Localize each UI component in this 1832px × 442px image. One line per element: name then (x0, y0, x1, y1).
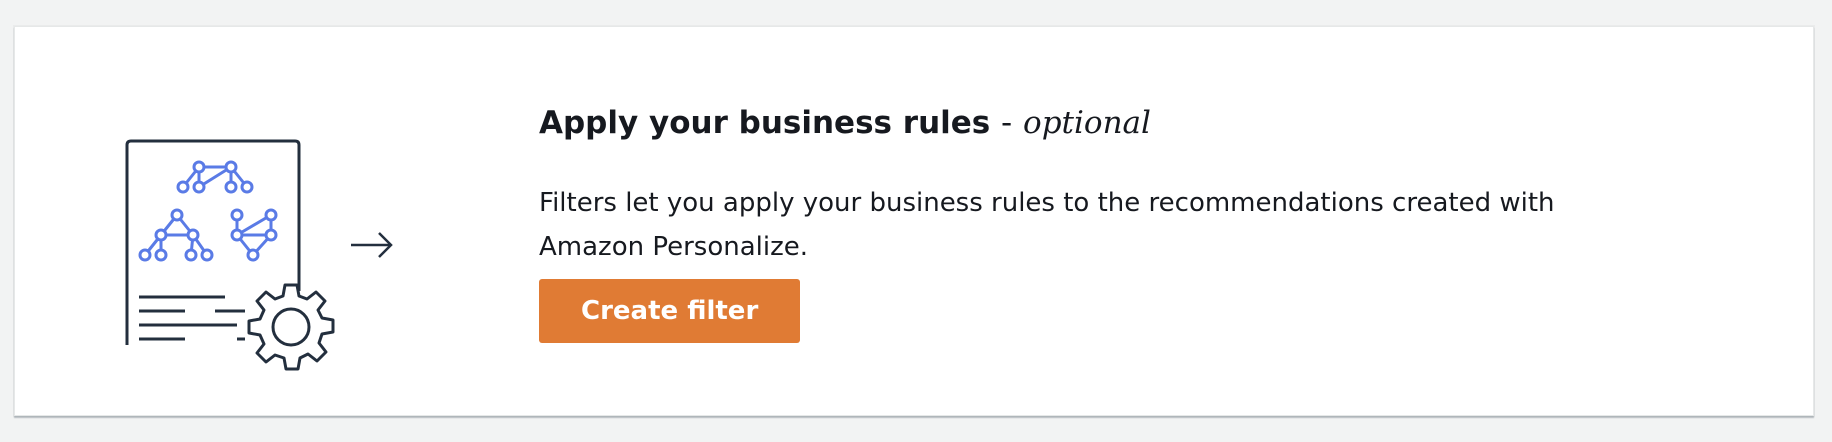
business-rules-card: Apply your business rules - optional Fil… (14, 26, 1814, 416)
business-rules-content: Apply your business rules - optional Fil… (539, 99, 1689, 343)
section-title: Apply your business rules - optional (539, 99, 1689, 147)
optional-label: optional (1023, 105, 1151, 141)
arrow-right-icon (349, 227, 397, 263)
section-title-text: Apply your business rules (539, 105, 991, 141)
create-filter-button[interactable]: Create filter (539, 279, 801, 343)
section-description: Filters let you apply your business rule… (539, 188, 1555, 262)
document-network-gear-icon (111, 131, 351, 391)
title-separator: - (1001, 105, 1013, 141)
